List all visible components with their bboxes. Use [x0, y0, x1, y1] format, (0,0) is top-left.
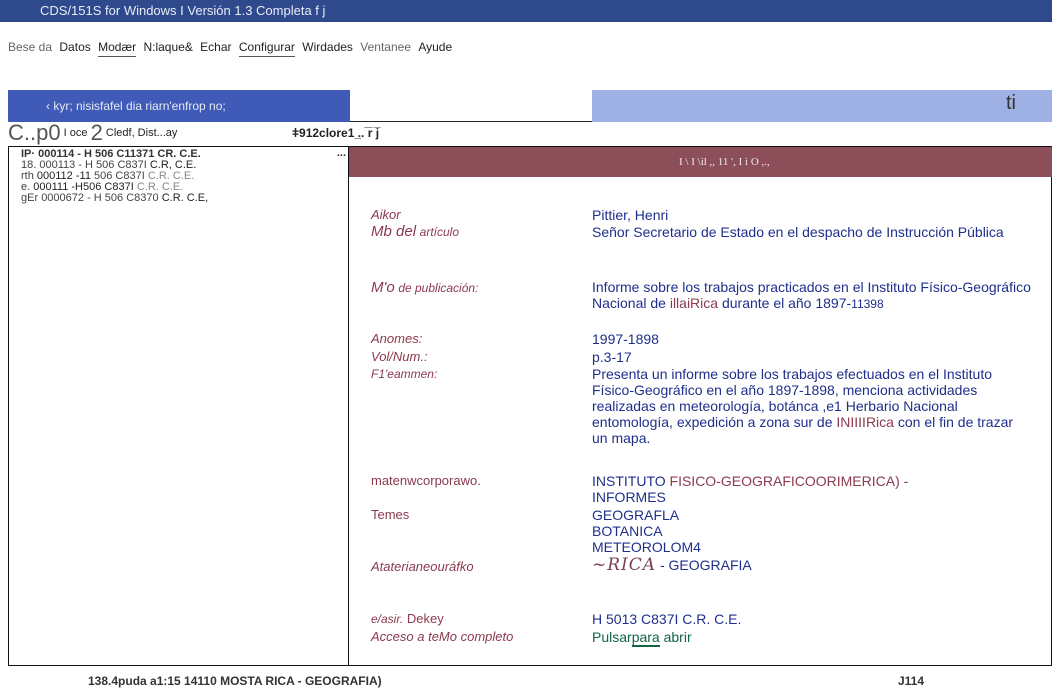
menu-item-utilities[interactable]: Wirdades [302, 38, 353, 56]
window-title: CDS/151S for Windows I Versión 1.3 Compl… [40, 3, 326, 18]
menu-item-print[interactable]: Echar [200, 38, 231, 56]
corporate-value: INSTITUTO FISICO-GEOGRAFICOORIMERICA) - … [592, 473, 909, 505]
topic-item: BOTANICA [592, 523, 663, 539]
detail-header-strip: I \ I \il ,, 11 ', I i O ,., [349, 147, 1052, 177]
column-header-a-big2: 2 [90, 120, 103, 146]
results-list[interactable]: IP· 000114 - H 506 C11371 CR. C.E. ... 1… [8, 146, 349, 666]
column-header-b[interactable]: ǂ912clore1 ̲.. ̅r̅ j̅ [292, 122, 379, 144]
record-detail-panel: I \ I \il ,, 11 ', I i O ,., Aikor Pitti… [349, 146, 1052, 666]
column-header-a-small: I oce [63, 127, 88, 139]
menu-item-search[interactable]: N:laque& [143, 38, 192, 56]
toolbar-right-area: ti [592, 90, 1052, 122]
topic-item: METEOROLOM4 [592, 539, 701, 555]
menu-bar: Bese da Datos Modær N:laque& Echar Confi… [0, 38, 1052, 57]
topics-label: Temes [371, 507, 410, 522]
result-prefix: gEr [21, 192, 39, 204]
author-value: Pittier, Henri [592, 207, 669, 223]
detail-strip-text: I \ I \il ,, 11 ', I i O ,., [679, 156, 770, 168]
menu-item-help[interactable]: Ayude [418, 38, 452, 56]
status-left-text: 138.4puda a1:15 14110 MOSTA RICA - GEOGR… [88, 674, 382, 688]
result-id: 000114 - [38, 148, 81, 160]
status-bar: 138.4puda a1:15 14110 MOSTA RICA - GEOGR… [0, 668, 1052, 695]
toolbar-glyph: ti [1006, 92, 1016, 114]
classification-value: H 5013 C837I C.R. C.E. [592, 611, 742, 627]
toolbar-blank-area [350, 90, 592, 122]
column-header-row: C..p0 I oce 2 Cledf, Dist...ay ǂ912clore… [8, 122, 1052, 144]
article-title-label: Mb del artículo [371, 223, 460, 240]
result-more: ... [336, 147, 346, 159]
result-prefix: IP· [21, 148, 36, 160]
fulltext-open-link[interactable]: para [631, 629, 660, 647]
geographic-label: Ataterianeouráfko [371, 559, 474, 574]
fulltext-label: Acceso a teMo completo [371, 629, 514, 644]
years-value: 1997-1898 [592, 331, 659, 347]
status-right-text: J114 [898, 674, 925, 688]
menu-item-data[interactable]: Datos [59, 38, 90, 56]
summary-value: Presenta un informe sobre los trabajos e… [592, 366, 1014, 446]
topics-value: GEOGRAFLA BOTANICA METEOROLOM4 [592, 507, 1032, 555]
publication-label: M'o de publicación: [371, 279, 479, 296]
summary-label: F1'eammen: [371, 367, 438, 381]
result-id: 0000672 - [41, 192, 91, 204]
menu-item-windows[interactable]: Ventanee [360, 38, 411, 56]
corporate-label: matenwcorporawo. [371, 473, 481, 488]
menu-item-database[interactable]: Bese da [8, 38, 52, 56]
result-row[interactable]: gEr 0000672 - H 506 C8370 C.R. C.E, [9, 193, 348, 204]
search-expression-field[interactable]: ‹ kyr; nisisfafel dia riarn'enfrop no; [8, 90, 350, 122]
toolbar: ‹ kyr; nisisfafel dia riarn'enfrop no; t… [8, 90, 1052, 122]
menu-item-modify[interactable]: Modær [98, 38, 137, 57]
result-cc: C.R. C.E, [161, 192, 209, 204]
result-code: H 506 C8370 [93, 192, 159, 204]
volume-label: Vol/Num.: [371, 349, 428, 364]
result-row[interactable]: IP· 000114 - H 506 C11371 CR. C.E. ... [9, 147, 348, 160]
author-label: Aikor [371, 207, 401, 222]
topic-item: GEOGRAFLA [592, 507, 680, 523]
menu-item-configure[interactable]: Configurar [238, 38, 295, 57]
column-header-a-big[interactable]: C..p0 [8, 120, 61, 145]
fulltext-value: Pulsarpara abrir [592, 629, 692, 647]
result-code: H 506 C11371 CR. C.E. [84, 148, 201, 160]
years-label: Anomes: [371, 331, 423, 346]
volume-value: p.3-17 [592, 349, 632, 365]
publication-value: Informe sobre los trabajos practicados e… [592, 279, 1031, 311]
classification-label: e/asir. Dekey [371, 611, 444, 626]
column-header-a-tail[interactable]: Cledf, Dist...ay [106, 127, 178, 139]
search-expression-text: ‹ kyr; nisisfafel dia riarn'enfrop no; [46, 99, 226, 113]
window-title-bar: CDS/151S for Windows I Versión 1.3 Compl… [0, 0, 1052, 22]
article-title-value: Señor Secretario de Estado en el despach… [592, 224, 1004, 240]
geographic-value: ~RICA - GEOGRAFIA [592, 555, 752, 575]
